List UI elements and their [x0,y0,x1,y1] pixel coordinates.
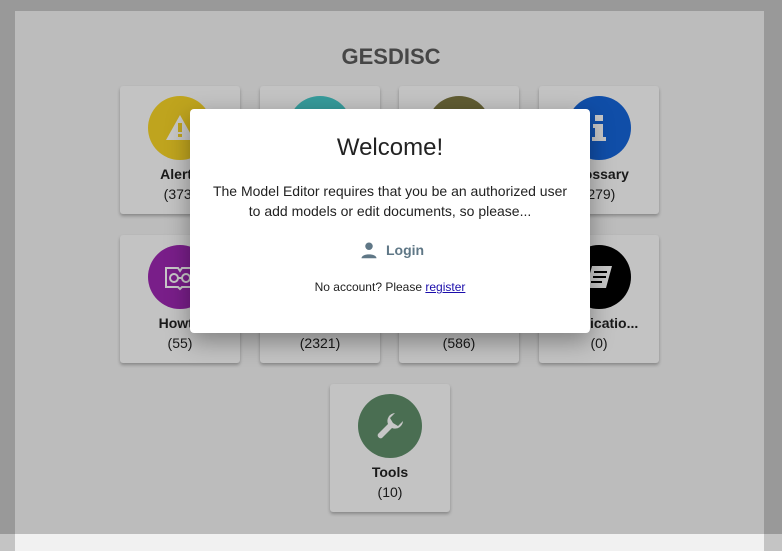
register-link[interactable]: register [425,280,465,294]
dialog-message: The Model Editor requires that you be an… [212,183,568,219]
register-prefix: No account? Please [314,280,423,294]
register-line: No account? Please register [190,280,590,294]
person-icon [361,242,377,259]
welcome-dialog: Welcome! The Model Editor requires that … [190,109,590,333]
login-label: Login [386,242,425,258]
dialog-title: Welcome! [336,134,444,161]
login-button[interactable]: Login [348,237,432,263]
